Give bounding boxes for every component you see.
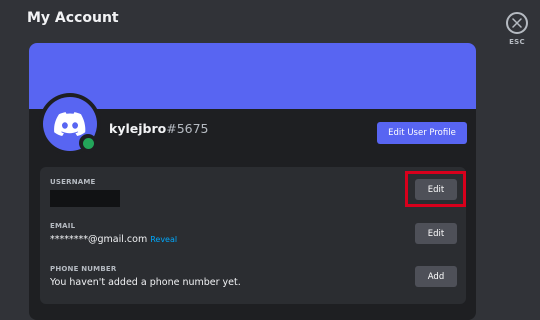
account-info-panel: USERNAME Edit EMAIL ********@gmail.com Re… <box>40 167 466 304</box>
profile-banner <box>29 43 476 109</box>
phone-label: PHONE NUMBER <box>50 265 117 273</box>
email-field: EMAIL ********@gmail.com Reveal <box>50 222 177 245</box>
close-icon <box>512 18 522 28</box>
account-card: kylejbro#5675 Edit User Profile USERNAME… <box>29 43 476 320</box>
esc-label: ESC <box>509 38 525 46</box>
username-label: USERNAME <box>50 178 96 186</box>
online-status-dot <box>82 137 94 149</box>
edit-email-button[interactable]: Edit <box>415 223 457 244</box>
user-display-name: kylejbro#5675 <box>109 121 209 136</box>
username-field: USERNAME <box>50 178 120 207</box>
edit-username-button[interactable]: Edit <box>415 179 457 200</box>
email-value-row: ********@gmail.com Reveal <box>50 234 177 245</box>
edit-user-profile-button[interactable]: Edit User Profile <box>377 122 467 144</box>
close-control: ESC <box>503 12 531 46</box>
status-indicator <box>79 134 97 152</box>
discord-logo-icon <box>54 112 86 136</box>
phone-value: You haven't added a phone number yet. <box>50 277 241 288</box>
username-text: kylejbro <box>109 121 167 136</box>
page-title: My Account <box>27 10 119 26</box>
phone-field: PHONE NUMBER You haven't added a phone n… <box>50 265 241 288</box>
close-button[interactable] <box>506 12 528 34</box>
discriminator-text: #5675 <box>166 121 209 136</box>
redacted-username-value <box>50 190 120 207</box>
email-label: EMAIL <box>50 222 76 230</box>
add-phone-button[interactable]: Add <box>415 266 457 287</box>
email-value: ********@gmail.com <box>50 234 148 245</box>
reveal-email-link[interactable]: Reveal <box>150 235 177 244</box>
